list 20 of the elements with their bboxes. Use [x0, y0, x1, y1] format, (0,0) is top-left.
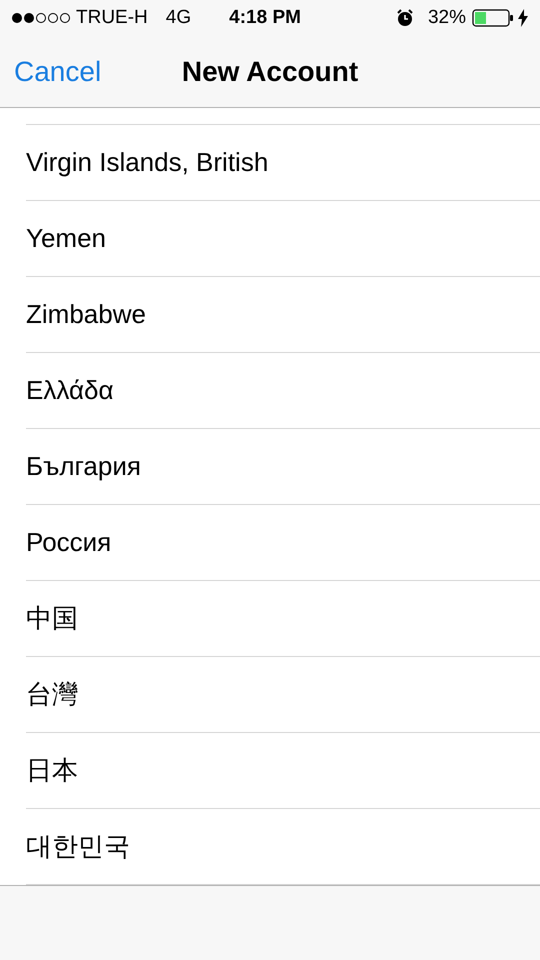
country-item[interactable]: 대한민국 — [26, 827, 130, 866]
country-item[interactable]: 台灣 — [26, 675, 78, 714]
country-item[interactable]: Zimbabwe — [26, 295, 146, 334]
network-type: 4G — [166, 6, 192, 30]
carrier-name: TRUE-H — [76, 6, 148, 30]
country-item[interactable]: 中国 — [26, 599, 78, 638]
alarm-clock-icon — [396, 9, 414, 27]
window-title: New Account — [182, 54, 358, 88]
clock-time: 4:18 PM — [229, 6, 301, 30]
battery-percent: 32% — [428, 6, 466, 30]
battery-icon — [472, 9, 514, 27]
country-item[interactable]: България — [26, 447, 141, 486]
country-item[interactable]: Россия — [26, 523, 112, 562]
signal-icon — [12, 13, 70, 23]
cancel-button[interactable]: Cancel — [14, 50, 102, 92]
country-item[interactable]: Yemen — [26, 219, 106, 258]
country-item[interactable]: Virgin Islands, British — [26, 143, 268, 182]
charging-bolt-icon — [518, 9, 528, 27]
country-item[interactable]: 日本 — [26, 751, 78, 790]
country-item[interactable]: Ελλάδα — [26, 371, 114, 410]
